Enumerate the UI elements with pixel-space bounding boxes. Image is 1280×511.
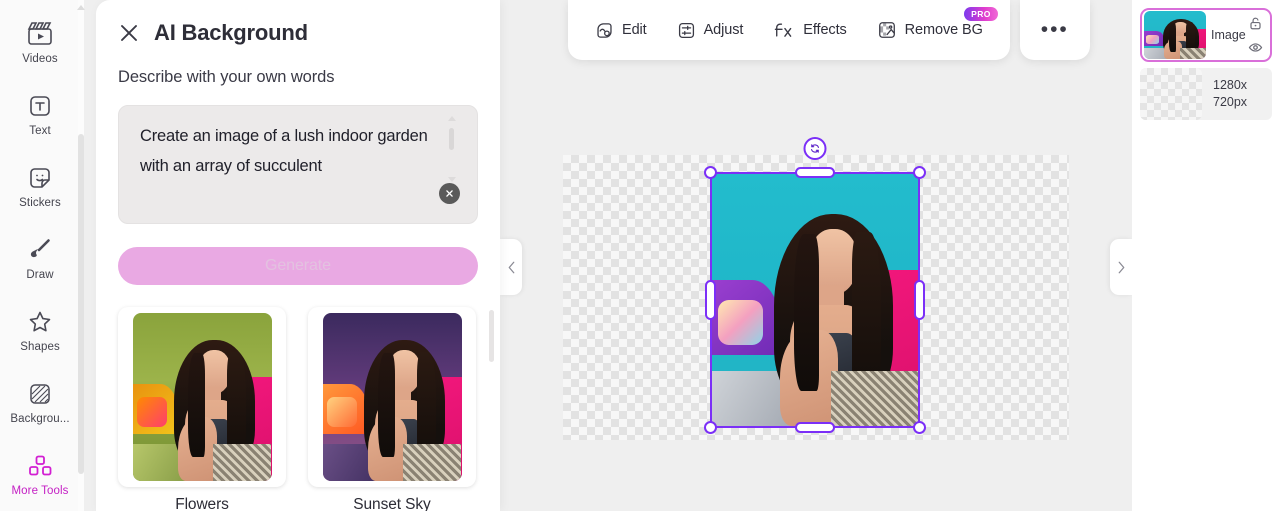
preset-thumbnail <box>322 313 462 481</box>
sidebar-item-text[interactable]: Text <box>0 78 80 150</box>
page-title: AI Background <box>154 20 308 45</box>
prompt-scrollbar-thumb[interactable] <box>449 128 454 150</box>
sidebar-item-label: Text <box>29 124 51 137</box>
sidebar-item-draw[interactable]: Draw <box>0 222 80 294</box>
image-toolbar: Edit Adjust Effects Remove BG PRO <box>568 0 1010 60</box>
clear-prompt-button[interactable] <box>439 183 460 204</box>
prompt-scroll-up-icon[interactable] <box>448 116 456 121</box>
background-size-line-2: 720px <box>1213 95 1248 109</box>
preset-frame <box>308 307 476 487</box>
canvas-image <box>712 174 918 426</box>
sidebar-item-label: Draw <box>26 268 54 281</box>
image-editor-app: Videos Text Stickers Draw Shapes Backgro… <box>0 0 1280 511</box>
layer-row-image[interactable]: Image <box>1140 8 1272 62</box>
adjust-button[interactable]: Adjust <box>664 14 757 47</box>
preset-image-flowers <box>132 313 272 481</box>
resize-handle-bottom-left[interactable] <box>704 421 717 434</box>
brush-icon <box>30 238 50 257</box>
edit-image-icon <box>597 22 612 38</box>
preset-label: Flowers <box>175 496 229 511</box>
prompt-textarea[interactable]: Create an image of a lush indoor garden … <box>118 105 478 224</box>
sidebar-item-label: Stickers <box>19 196 61 209</box>
portrait-artwork <box>712 174 918 426</box>
prompt-scroll-down-icon[interactable] <box>448 177 456 182</box>
canvas-next-button[interactable] <box>1110 239 1132 295</box>
resize-handle-top-left[interactable] <box>704 166 717 179</box>
effects-button[interactable]: Effects <box>760 13 859 47</box>
rail-scrollbar-thumb[interactable] <box>78 134 84 474</box>
background-thumbnail <box>1140 68 1202 120</box>
layer-name: Image <box>1211 28 1246 42</box>
sidebar-item-label: Backgrou... <box>10 412 70 425</box>
resize-handle-left[interactable] <box>705 280 716 320</box>
left-tool-rail: Videos Text Stickers Draw Shapes Backgro… <box>0 0 80 511</box>
resize-handle-bottom-right[interactable] <box>913 421 926 434</box>
sidebar-item-more-tools[interactable]: More Tools <box>0 438 80 510</box>
background-size: 1280x 720px <box>1202 77 1247 111</box>
adjust-button-label: Adjust <box>703 22 744 38</box>
edit-button[interactable]: Edit <box>582 14 660 47</box>
preset-frame <box>118 307 286 487</box>
layer-thumbnail <box>1144 11 1206 59</box>
panel-header: AI Background <box>96 0 500 46</box>
selected-image-object[interactable] <box>704 137 926 434</box>
resize-handle-top[interactable] <box>795 167 835 178</box>
sidebar-item-label: Videos <box>22 52 58 65</box>
sidebar-item-shapes[interactable]: Shapes <box>0 294 80 366</box>
sidebar-item-label: Shapes <box>20 340 60 353</box>
prompt-value[interactable]: Create an image of a lush indoor garden … <box>140 121 430 181</box>
status-badge: PRO <box>964 7 998 21</box>
preset-card-flowers[interactable]: Flowers <box>118 307 286 511</box>
chevron-right-icon <box>1118 261 1124 273</box>
panel-scrollbar-thumb[interactable] <box>489 310 494 362</box>
preset-card-sunset-sky[interactable]: Sunset Sky <box>308 307 476 511</box>
generate-button[interactable]: Generate <box>118 247 478 285</box>
canvas-prev-button[interactable] <box>500 239 522 295</box>
panel-scrollbar[interactable] <box>489 140 495 370</box>
clapperboard-icon <box>27 21 52 45</box>
prompt-scrollbar[interactable] <box>445 116 459 182</box>
layer-image-preview <box>1144 11 1206 59</box>
layer-actions <box>1248 16 1270 55</box>
remove-bg-icon <box>878 22 895 38</box>
preset-thumbnail <box>132 313 272 481</box>
close-icon[interactable] <box>118 22 140 44</box>
resize-handle-bottom[interactable] <box>795 422 835 433</box>
resize-handle-right[interactable] <box>914 280 925 320</box>
chevron-left-icon <box>508 261 514 273</box>
effects-button-label: Effects <box>803 22 847 38</box>
resize-handle-top-right[interactable] <box>913 166 926 179</box>
preset-label: Sunset Sky <box>353 496 431 511</box>
fx-icon <box>775 23 792 37</box>
unlock-icon[interactable] <box>1248 16 1263 31</box>
text-t-icon <box>30 95 50 116</box>
sidebar-item-stickers[interactable]: Stickers <box>0 150 80 222</box>
sidebar-item-label: More Tools <box>11 484 69 497</box>
remove-bg-button[interactable]: Remove BG PRO <box>864 7 998 47</box>
more-options-button[interactable]: ••• <box>1019 0 1090 60</box>
rotate-icon <box>811 144 819 153</box>
sidebar-item-videos[interactable]: Videos <box>0 6 80 78</box>
edit-button-label: Edit <box>622 22 647 38</box>
sticker-icon <box>30 167 50 188</box>
star-icon <box>29 311 51 331</box>
top-toolbar-row: Edit Adjust Effects Remove BG PRO ••• <box>568 0 1090 60</box>
rotate-handle[interactable] <box>803 137 827 160</box>
describe-label: Describe with your own words <box>118 68 335 86</box>
canvas-area[interactable] <box>500 0 1132 511</box>
remove-bg-button-label: Remove BG <box>904 22 983 38</box>
preset-grid: Flowers Sunset Sky <box>118 307 478 511</box>
background-hatch-icon <box>30 383 50 404</box>
ai-background-panel: AI Background Describe with your own wor… <box>96 0 500 511</box>
background-size-line-1: 1280x <box>1213 78 1248 92</box>
sidebar-item-background[interactable]: Backgrou... <box>0 366 80 438</box>
preset-image-sunset-sky <box>322 313 462 481</box>
sliders-icon <box>678 22 694 38</box>
layer-row-background[interactable]: 1280x 720px <box>1140 68 1272 120</box>
eye-icon[interactable] <box>1248 40 1263 55</box>
layers-panel: Image 1280x 720px <box>1132 0 1280 511</box>
grid-blocks-icon <box>29 455 52 475</box>
clear-x-icon <box>446 190 453 197</box>
